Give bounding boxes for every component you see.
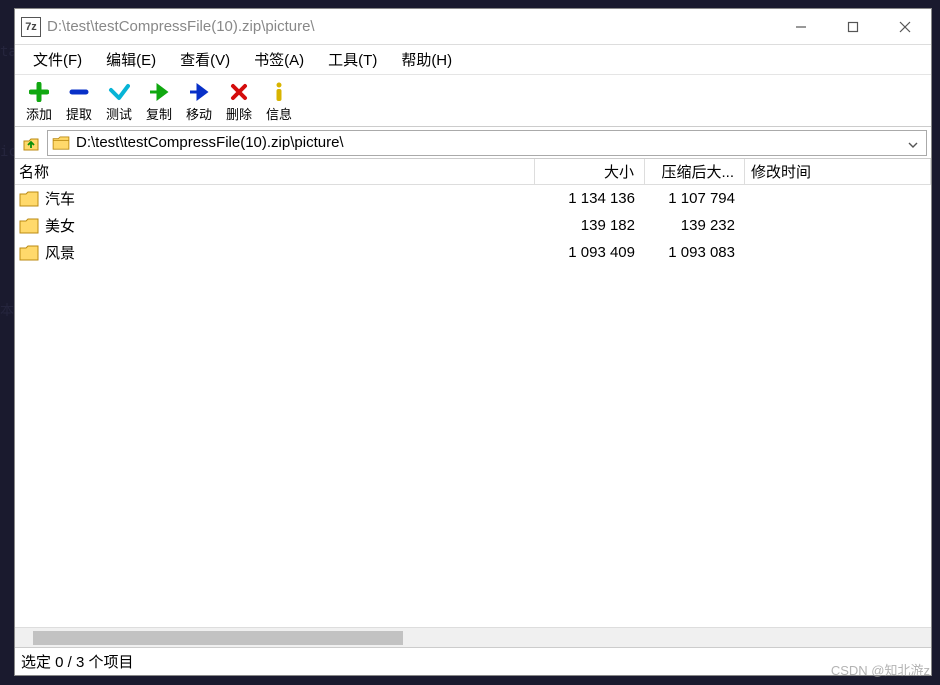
item-size: 1 134 136	[535, 190, 645, 207]
file-list: 汽车 1 134 136 1 107 794 美女 139 182 139 23…	[15, 185, 931, 627]
column-packed-size[interactable]: 压缩后大...	[645, 159, 745, 184]
close-button[interactable]	[879, 9, 931, 45]
menu-tools[interactable]: 工具(T)	[318, 45, 387, 74]
arrow-right-green-icon	[148, 80, 170, 104]
close-icon	[899, 21, 911, 33]
copy-label: 复制	[146, 104, 172, 123]
bg-code-hint: 本	[0, 300, 14, 320]
test-button[interactable]: 测试	[99, 77, 139, 125]
column-name[interactable]: 名称	[15, 159, 535, 184]
list-header: 名称 大小 压缩后大... 修改时间	[15, 159, 931, 185]
list-item[interactable]: 美女 139 182 139 232	[15, 212, 931, 239]
delete-button[interactable]: 删除	[219, 77, 259, 125]
info-button[interactable]: 信息	[259, 77, 299, 125]
item-packed: 1 093 083	[645, 244, 745, 261]
menu-edit[interactable]: 编辑(E)	[96, 45, 166, 74]
statusbar: 选定 0 / 3 个项目	[15, 647, 931, 675]
test-label: 测试	[106, 104, 132, 123]
move-button[interactable]: 移动	[179, 77, 219, 125]
app-window: 7z D:\test\testCompressFile(10).zip\pict…	[14, 8, 932, 676]
column-size[interactable]: 大小	[535, 159, 645, 184]
extract-button[interactable]: 提取	[59, 77, 99, 125]
list-item[interactable]: 汽车 1 134 136 1 107 794	[15, 185, 931, 212]
folder-icon	[19, 191, 39, 207]
minus-icon	[69, 80, 89, 104]
item-name: 风景	[45, 242, 75, 263]
path-input[interactable]: D:\test\testCompressFile(10).zip\picture…	[47, 130, 927, 156]
plus-icon	[29, 80, 49, 104]
path-text: D:\test\testCompressFile(10).zip\picture…	[76, 134, 904, 151]
status-text: 选定 0 / 3 个项目	[21, 651, 134, 672]
item-size: 139 182	[535, 217, 645, 234]
list-item[interactable]: 风景 1 093 409 1 093 083	[15, 239, 931, 266]
check-icon	[108, 80, 130, 104]
info-label: 信息	[266, 104, 292, 123]
chevron-down-icon	[908, 142, 918, 148]
watermark: CSDN @知北游z	[831, 660, 930, 679]
menu-help[interactable]: 帮助(H)	[391, 45, 462, 74]
extract-label: 提取	[66, 104, 92, 123]
horizontal-scrollbar[interactable]	[15, 627, 931, 647]
folder-icon	[19, 245, 39, 261]
add-label: 添加	[26, 104, 52, 123]
item-packed: 139 232	[645, 217, 745, 234]
delete-label: 删除	[226, 104, 252, 123]
maximize-icon	[847, 21, 859, 33]
folder-icon	[52, 136, 70, 150]
path-bar: D:\test\testCompressFile(10).zip\picture…	[15, 127, 931, 159]
menu-view[interactable]: 查看(V)	[170, 45, 240, 74]
arrow-right-blue-icon	[188, 80, 210, 104]
titlebar: 7z D:\test\testCompressFile(10).zip\pict…	[15, 9, 931, 45]
minimize-button[interactable]	[775, 9, 827, 45]
copy-button[interactable]: 复制	[139, 77, 179, 125]
menubar: 文件(F) 编辑(E) 查看(V) 书签(A) 工具(T) 帮助(H)	[15, 45, 931, 75]
window-title: D:\test\testCompressFile(10).zip\picture…	[47, 18, 775, 35]
move-label: 移动	[186, 104, 212, 123]
column-modified[interactable]: 修改时间	[745, 159, 931, 184]
path-dropdown[interactable]	[904, 135, 922, 151]
window-controls	[775, 9, 931, 45]
up-button[interactable]	[19, 131, 43, 155]
item-packed: 1 107 794	[645, 190, 745, 207]
item-name: 汽车	[45, 188, 75, 209]
minimize-icon	[795, 21, 807, 33]
info-icon	[269, 80, 289, 104]
folder-icon	[19, 218, 39, 234]
maximize-button[interactable]	[827, 9, 879, 45]
app-icon: 7z	[21, 17, 41, 37]
menu-file[interactable]: 文件(F)	[23, 45, 92, 74]
up-folder-icon	[22, 134, 40, 152]
item-name: 美女	[45, 215, 75, 236]
scrollbar-thumb[interactable]	[33, 631, 403, 645]
add-button[interactable]: 添加	[19, 77, 59, 125]
item-size: 1 093 409	[535, 244, 645, 261]
toolbar: 添加 提取 测试 复制 移动	[15, 75, 931, 127]
menu-bookmarks[interactable]: 书签(A)	[244, 45, 314, 74]
x-icon	[229, 80, 249, 104]
